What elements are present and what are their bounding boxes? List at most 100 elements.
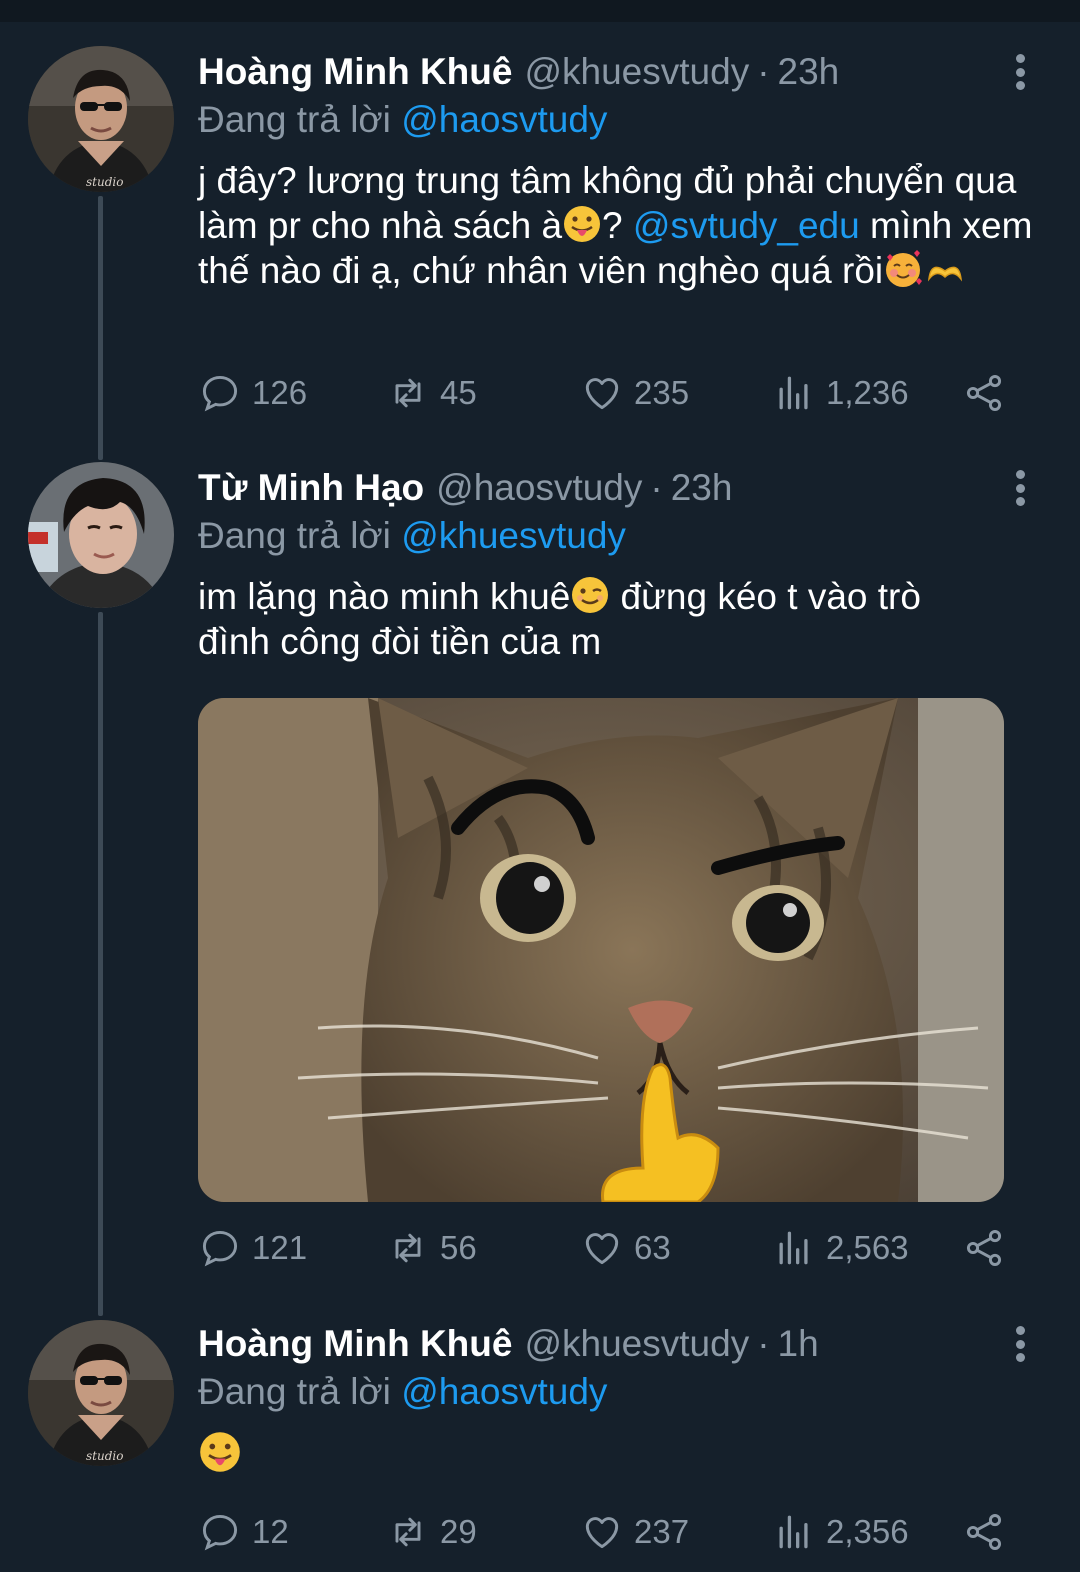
tweet-header: Hoàng Minh Khuê @khuesvtudy · 1h [198,1320,1048,1368]
heart-icon [585,1233,619,1265]
timestamp[interactable]: 1h [778,1323,819,1365]
tweet-actions: 121 56 63 2,563 [198,1223,1048,1273]
reply-button[interactable]: 12 [198,1507,289,1557]
replying-mention[interactable]: @khuesvtudy [401,515,626,556]
tweet-text: j đây? lương trung tâm không đủ phải chu… [198,158,1048,293]
views-button[interactable]: 2,563 [772,1223,909,1273]
more-dot-icon [1015,81,1025,90]
svg-text:studio: studio [86,1449,123,1463]
heart-icon [585,378,619,410]
like-button[interactable]: 63 [580,1223,671,1273]
more-options-button[interactable] [1010,1324,1030,1364]
replying-to: Đang trả lời @haosvtudy [198,96,1048,144]
more-dot-icon [1015,483,1025,493]
more-dot-icon [1015,67,1025,77]
views-icon [779,376,808,410]
like-button[interactable]: 237 [580,1507,689,1557]
retweet-button[interactable]: 29 [386,1507,477,1557]
author-name[interactable]: Từ Minh Hạo [198,467,424,509]
more-dot-icon [1015,1326,1025,1335]
author-name[interactable]: Hoàng Minh Khuê [198,51,512,93]
author-name[interactable]: Hoàng Minh Khuê [198,1323,512,1365]
winking-face-emoji-icon [570,575,610,615]
retweet-count: 45 [440,374,477,411]
like-button[interactable]: 235 [580,368,689,418]
tweet-text-part: im lặng nào minh khuê [198,576,571,617]
share-button[interactable] [962,1223,1016,1273]
avatar[interactable]: studio [28,1320,174,1466]
view-count: 1,236 [826,374,909,411]
tweet[interactable]: Từ Minh Hạo @haosvtudy · 23h Đang trả lờ… [0,440,1080,1300]
replying-prefix: Đang trả lời [198,99,391,140]
more-dot-icon [1015,1353,1025,1362]
replying-prefix: Đang trả lời [198,515,391,556]
retweet-count: 56 [440,1229,477,1266]
tweet-text-part: ? [602,205,633,246]
tweet-mention[interactable]: @svtudy_edu [633,205,860,246]
tweet-actions: 12 29 237 2,356 [198,1507,1048,1557]
share-icon [966,1230,1002,1266]
replying-to: Đang trả lời @haosvtudy [198,1368,1048,1416]
separator: · [650,467,663,508]
like-count: 237 [634,1513,690,1550]
author-handle[interactable]: @haosvtudy [436,467,642,509]
author-handle[interactable]: @khuesvtudy [524,51,749,93]
separator: · [757,51,770,92]
retweet-icon [395,378,421,408]
avatar-image [28,462,174,608]
view-count: 2,356 [826,1513,909,1550]
cat-meme-image[interactable] [198,698,1004,1202]
reply-count: 126 [252,374,308,411]
reply-count: 121 [252,1229,308,1266]
replying-to: Đang trả lời @khuesvtudy [198,512,1048,560]
avatar[interactable] [28,462,174,608]
timestamp[interactable]: 23h [778,51,840,93]
face-with-tongue-emoji-icon [198,1430,242,1474]
reply-button[interactable]: 121 [198,1223,307,1273]
views-button[interactable]: 2,356 [772,1507,909,1557]
tweet-header: Từ Minh Hạo @haosvtudy · 23h [198,464,1048,512]
share-button[interactable] [962,1507,1016,1557]
avatar-image: studio [28,46,174,192]
tweet[interactable]: studio Hoàng Minh Khuê @khuesvtudy · 23h… [0,0,1080,440]
views-button[interactable]: 1,236 [772,368,909,418]
tweet-text [198,1430,1048,1478]
avatar-image: studio [28,1320,174,1466]
tweet-header: Hoàng Minh Khuê @khuesvtudy · 23h [198,48,1048,96]
retweet-count: 29 [440,1513,477,1550]
tweet-text: im lặng nào minh khuê đừng kéo t vào trò… [198,574,998,664]
replying-mention[interactable]: @haosvtudy [401,99,607,140]
tweet[interactable]: studio Hoàng Minh Khuê @khuesvtudy · 1h … [0,1300,1080,1572]
smiling-face-with-hearts-emoji-icon [883,249,923,289]
author-handle[interactable]: @khuesvtudy [524,1323,749,1365]
retweet-icon [395,1517,421,1547]
heart-icon [585,1517,619,1549]
replying-mention[interactable]: @haosvtudy [401,1371,607,1412]
views-icon [779,1515,808,1549]
heart-hands-emoji-icon [923,249,963,289]
reply-icon [202,1230,238,1267]
reply-button[interactable]: 126 [198,368,307,418]
more-options-button[interactable] [1010,52,1030,92]
reply-count: 12 [252,1513,289,1550]
face-with-tongue-emoji-icon [562,204,602,244]
timestamp[interactable]: 23h [671,467,733,509]
more-dot-icon [1015,497,1025,506]
svg-text:studio: studio [86,175,123,189]
view-count: 2,563 [826,1229,909,1266]
more-dot-icon [1015,470,1025,479]
avatar[interactable]: studio [28,46,174,192]
share-icon [966,375,1002,411]
share-button[interactable] [962,368,1016,418]
replying-prefix: Đang trả lời [198,1371,391,1412]
more-options-button[interactable] [1010,468,1030,508]
tweet-actions: 126 45 235 1,236 [198,368,1048,418]
share-icon [966,1514,1002,1550]
retweet-icon [395,1233,421,1263]
like-count: 63 [634,1229,671,1266]
more-dot-icon [1015,54,1025,63]
reply-icon [202,375,238,412]
more-dot-icon [1015,1339,1025,1349]
retweet-button[interactable]: 45 [386,368,477,418]
retweet-button[interactable]: 56 [386,1223,477,1273]
